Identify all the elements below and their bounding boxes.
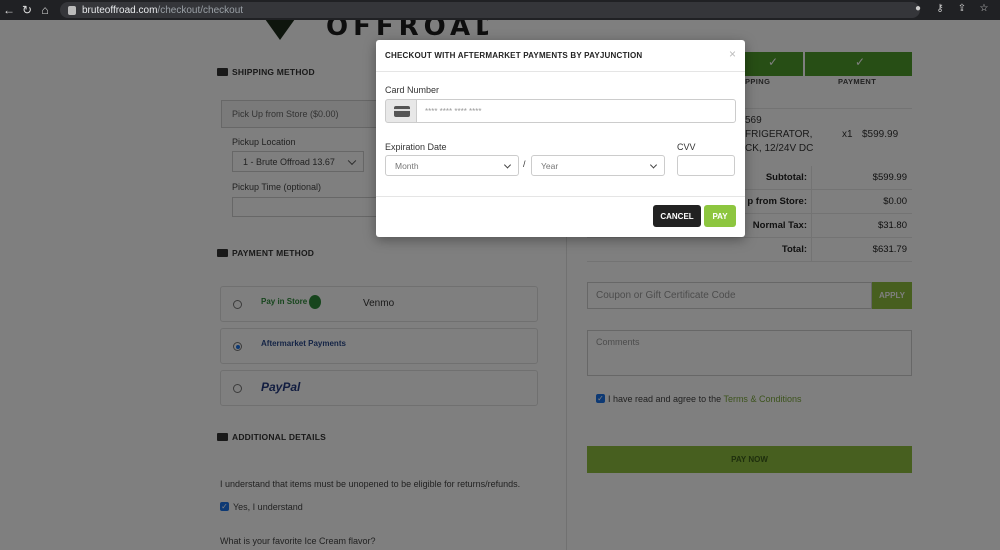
bookmark-star-icon[interactable]: ☆: [978, 3, 990, 14]
location-icon[interactable]: ●: [912, 3, 924, 14]
key-icon[interactable]: ⚷: [934, 3, 946, 14]
address-bar[interactable]: bruteoffroad.com/checkout/checkout: [60, 2, 920, 18]
credit-card-icon: [394, 106, 410, 117]
back-icon[interactable]: ←: [0, 3, 18, 17]
payjunction-checkout-modal: CHECKOUT WITH AFTERMARKET PAYMENTS BY PA…: [376, 40, 745, 237]
reload-icon[interactable]: ↻: [18, 3, 36, 17]
modal-title: CHECKOUT WITH AFTERMARKET PAYMENTS BY PA…: [385, 51, 643, 60]
card-icon-addon: [385, 99, 417, 123]
chevron-down-icon: [503, 160, 512, 169]
expiration-date-label: Expiration Date: [385, 142, 447, 152]
card-number-label: Card Number: [385, 85, 440, 95]
share-icon[interactable]: ⇪: [956, 3, 968, 14]
close-icon[interactable]: ×: [729, 47, 736, 61]
lock-icon: [68, 5, 76, 15]
expiration-year-select[interactable]: Year: [531, 155, 665, 176]
url-text: bruteoffroad.com/checkout/checkout: [82, 4, 244, 16]
card-number-input[interactable]: **** **** **** ****: [416, 99, 736, 123]
browser-toolbar: ← ↻ ⌂ bruteoffroad.com/checkout/checkout…: [0, 0, 1000, 20]
expiration-month-select[interactable]: Month: [385, 155, 519, 176]
chevron-down-icon: [649, 160, 658, 169]
pay-button[interactable]: PAY: [704, 205, 736, 227]
home-icon[interactable]: ⌂: [36, 3, 54, 17]
date-separator: /: [523, 159, 526, 169]
modal-footer-divider: [376, 196, 745, 197]
cvv-label: CVV: [677, 142, 696, 152]
cvv-input[interactable]: [677, 155, 735, 176]
modal-header: CHECKOUT WITH AFTERMARKET PAYMENTS BY PA…: [376, 40, 745, 72]
cancel-button[interactable]: CANCEL: [653, 205, 701, 227]
